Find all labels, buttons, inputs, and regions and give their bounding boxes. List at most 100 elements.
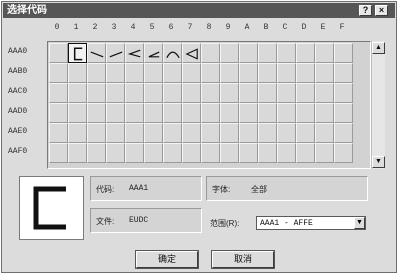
grid-cell[interactable]	[106, 123, 125, 143]
grid-cell[interactable]	[296, 63, 315, 83]
grid-cell[interactable]	[201, 63, 220, 83]
grid-cell[interactable]	[220, 103, 239, 123]
grid-cell[interactable]	[315, 103, 334, 123]
ok-button[interactable]: 确定	[135, 250, 199, 269]
grid-cell[interactable]	[277, 123, 296, 143]
grid-cell[interactable]	[296, 103, 315, 123]
grid-cell[interactable]	[125, 143, 144, 163]
grid-cell[interactable]	[201, 83, 220, 103]
grid-cell[interactable]	[258, 103, 277, 123]
grid-cell[interactable]	[68, 103, 87, 123]
grid-cell[interactable]	[182, 43, 201, 63]
grid-cell[interactable]	[68, 43, 87, 63]
grid-cell[interactable]	[296, 83, 315, 103]
grid-cell[interactable]	[87, 83, 106, 103]
grid-cell[interactable]	[296, 143, 315, 163]
grid-cell[interactable]	[125, 103, 144, 123]
grid-cell[interactable]	[277, 143, 296, 163]
grid-cell[interactable]	[68, 123, 87, 143]
grid-cell[interactable]	[315, 63, 334, 83]
grid-cell[interactable]	[106, 83, 125, 103]
grid-cell[interactable]	[239, 123, 258, 143]
grid-cell[interactable]	[239, 43, 258, 63]
grid-cell[interactable]	[182, 83, 201, 103]
grid-cell[interactable]	[220, 143, 239, 163]
grid-cell[interactable]	[49, 83, 68, 103]
grid-cell[interactable]	[220, 123, 239, 143]
grid-cell[interactable]	[296, 123, 315, 143]
grid-cell[interactable]	[277, 63, 296, 83]
close-button[interactable]: ×	[375, 5, 388, 16]
grid-cell[interactable]	[106, 143, 125, 163]
grid-cell[interactable]	[315, 43, 334, 63]
grid-cell[interactable]	[277, 83, 296, 103]
grid-cell[interactable]	[163, 83, 182, 103]
grid-cell[interactable]	[144, 63, 163, 83]
grid-cell[interactable]	[106, 63, 125, 83]
grid-cell[interactable]	[125, 63, 144, 83]
grid-cell[interactable]	[334, 83, 353, 103]
grid-cell[interactable]	[87, 63, 106, 83]
grid-cell[interactable]	[125, 123, 144, 143]
grid-cell[interactable]	[334, 143, 353, 163]
grid-cell[interactable]	[87, 123, 106, 143]
grid-cell[interactable]	[68, 83, 87, 103]
grid-cell[interactable]	[182, 143, 201, 163]
grid-cell[interactable]	[68, 143, 87, 163]
grid-cell[interactable]	[315, 83, 334, 103]
grid-cell[interactable]	[144, 143, 163, 163]
grid-cell[interactable]	[258, 63, 277, 83]
chevron-down-icon[interactable]: ▼	[354, 217, 365, 229]
range-select[interactable]: AAA1 - AFFE ▼	[256, 216, 366, 230]
grid-cell[interactable]	[334, 43, 353, 63]
grid-cell[interactable]	[182, 123, 201, 143]
grid-cell[interactable]	[144, 83, 163, 103]
grid-cell[interactable]	[296, 43, 315, 63]
grid-cell[interactable]	[49, 123, 68, 143]
grid-cell[interactable]	[68, 63, 87, 83]
grid-cell[interactable]	[239, 63, 258, 83]
grid-cell[interactable]	[163, 103, 182, 123]
grid-cell[interactable]	[201, 43, 220, 63]
scroll-up-icon[interactable]: ▲	[372, 42, 385, 54]
grid-cell[interactable]	[49, 143, 68, 163]
grid-cell[interactable]	[277, 103, 296, 123]
grid-cell[interactable]	[201, 143, 220, 163]
grid-cell[interactable]	[220, 63, 239, 83]
grid-cell[interactable]	[277, 43, 296, 63]
grid-cell[interactable]	[315, 143, 334, 163]
grid-cell[interactable]	[258, 143, 277, 163]
grid-cell[interactable]	[144, 103, 163, 123]
grid-cell[interactable]	[144, 123, 163, 143]
grid-cell[interactable]	[163, 63, 182, 83]
grid-cell[interactable]	[239, 143, 258, 163]
grid-cell[interactable]	[144, 43, 163, 63]
grid-cell[interactable]	[87, 43, 106, 63]
grid-cell[interactable]	[182, 63, 201, 83]
grid-cell[interactable]	[106, 43, 125, 63]
grid-cell[interactable]	[87, 103, 106, 123]
grid-cell[interactable]	[315, 123, 334, 143]
grid-cell[interactable]	[239, 103, 258, 123]
grid-cell[interactable]	[258, 83, 277, 103]
scroll-down-icon[interactable]: ▼	[372, 156, 385, 168]
grid-cell[interactable]	[239, 83, 258, 103]
grid-cell[interactable]	[49, 63, 68, 83]
grid-cell[interactable]	[49, 43, 68, 63]
help-button[interactable]: ?	[359, 5, 372, 16]
grid-cell[interactable]	[220, 83, 239, 103]
grid-cell[interactable]	[163, 43, 182, 63]
grid-cell[interactable]	[49, 103, 68, 123]
grid-cell[interactable]	[201, 123, 220, 143]
grid-cell[interactable]	[163, 123, 182, 143]
grid-scrollbar[interactable]: ▲ ▼	[371, 41, 385, 169]
grid-cell[interactable]	[182, 103, 201, 123]
grid-cell[interactable]	[125, 83, 144, 103]
grid-cell[interactable]	[87, 143, 106, 163]
grid-cell[interactable]	[106, 103, 125, 123]
grid-cell[interactable]	[163, 143, 182, 163]
grid-cell[interactable]	[258, 123, 277, 143]
grid-cell[interactable]	[125, 43, 144, 63]
grid-cell[interactable]	[220, 43, 239, 63]
grid-cell[interactable]	[334, 63, 353, 83]
